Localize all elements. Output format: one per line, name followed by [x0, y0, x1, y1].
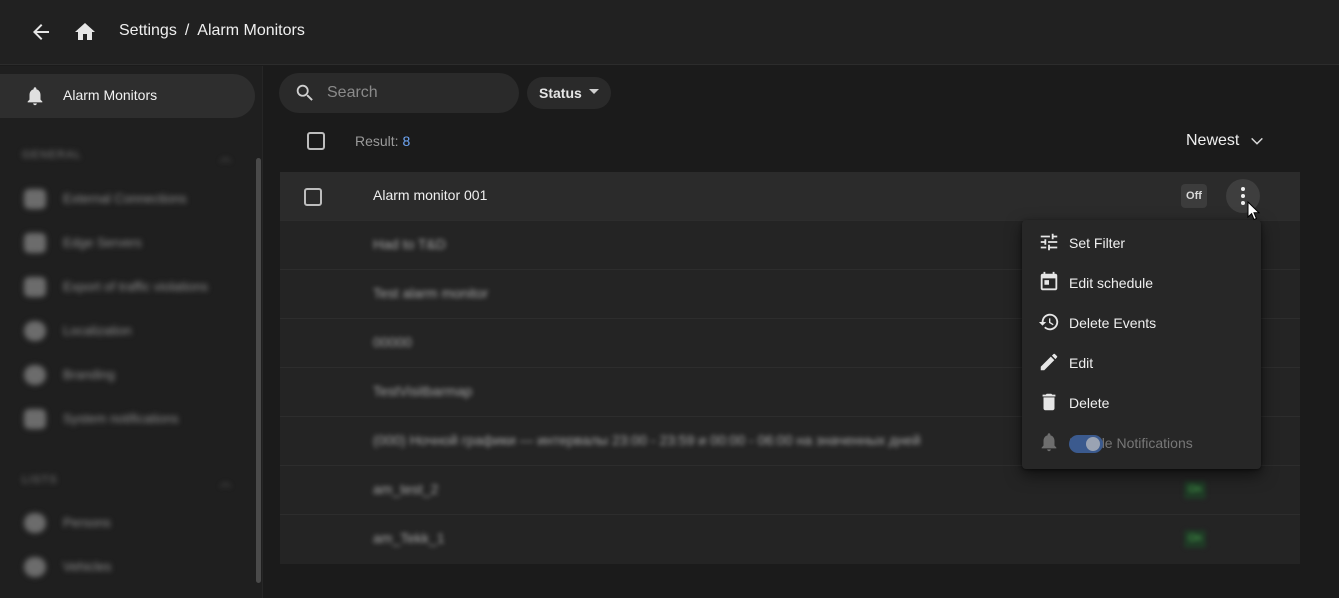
sidebar-item-vehicles[interactable]: Vehicles	[0, 547, 255, 587]
sidebar-item-system-notifications[interactable]: System notifications	[0, 399, 255, 439]
sidebar-item-label: Export of traffic violations	[63, 279, 208, 294]
menu-item-delete[interactable]: Delete	[1022, 382, 1261, 422]
home-icon[interactable]	[73, 20, 97, 44]
status-filter-dropdown[interactable]: Status	[527, 77, 611, 109]
sidebar-item-label: Vehicles	[63, 559, 112, 574]
mouse-cursor-icon	[1247, 201, 1261, 221]
row-name: Test alarm monitor	[373, 285, 489, 301]
row-name: am_Tekk_1	[373, 530, 445, 546]
sidebar-item-branding[interactable]: Branding	[0, 355, 255, 395]
sidebar-item-alarm-monitors[interactable]: Alarm Monitors	[0, 74, 255, 118]
result-number: 8	[402, 133, 411, 149]
menu-item-edit-schedule[interactable]: Edit schedule	[1022, 262, 1261, 302]
sidebar-item-label: Alarm Monitors	[63, 87, 158, 103]
row-name: am_test_2	[373, 481, 439, 497]
breadcrumb: Settings / Alarm Monitors	[119, 22, 305, 40]
sidebar: Alarm Monitors General ︿ External Connec…	[0, 66, 263, 598]
sidebar-item-export-violations[interactable]: Export of traffic violations	[0, 267, 255, 307]
row-context-menu: Set Filter Edit schedule Delete Events E…	[1022, 220, 1261, 469]
top-bar: Settings / Alarm Monitors	[0, 0, 1339, 65]
search-input[interactable]	[327, 81, 507, 105]
status-badge: On	[1184, 481, 1206, 499]
sidebar-item-label: Localization	[63, 323, 132, 338]
search-box	[279, 73, 519, 113]
result-label: Result:	[355, 133, 399, 149]
sidebar-item-persons[interactable]: Persons	[0, 503, 255, 543]
menu-item-label: Set Filter	[1069, 235, 1126, 251]
pencil-icon	[1040, 353, 1058, 371]
chevron-up-icon[interactable]: ︿	[220, 149, 231, 165]
list-header: Result: 8 Newest	[280, 120, 1300, 162]
sidebar-item-label: System notifications	[63, 411, 179, 426]
breadcrumb-current: Alarm Monitors	[197, 22, 305, 39]
export-icon	[24, 277, 46, 297]
menu-item-label: Edit	[1069, 355, 1094, 371]
table-row[interactable]: am_Tekk_1 On	[280, 515, 1300, 564]
sidebar-item-edge-servers[interactable]: Edge Servers	[0, 223, 255, 263]
row-checkbox[interactable]	[304, 188, 322, 206]
bell-icon	[1041, 433, 1057, 452]
breadcrumb-settings[interactable]: Settings	[119, 22, 177, 40]
sidebar-group-lists: Lists	[22, 474, 58, 486]
sort-label: Newest	[1186, 132, 1240, 149]
row-name: Alarm monitor 001	[373, 187, 488, 203]
chevron-down-icon	[1251, 137, 1264, 145]
notifications-toggle[interactable]	[1069, 435, 1103, 453]
person-icon	[24, 513, 46, 533]
sidebar-scrollbar[interactable]	[256, 158, 261, 583]
status-filter-label: Status	[539, 85, 582, 101]
calendar-icon	[1040, 271, 1058, 291]
history-icon	[1038, 313, 1059, 331]
caret-down-icon	[589, 89, 599, 94]
car-icon	[24, 557, 46, 577]
row-name: Had to T&D	[373, 236, 446, 252]
server-icon	[24, 233, 46, 253]
tune-icon	[1040, 233, 1058, 251]
select-all-checkbox[interactable]	[307, 132, 325, 150]
row-name: 00000	[373, 334, 412, 350]
sidebar-item-label: External Connections	[63, 191, 187, 206]
menu-item-delete-events[interactable]: Delete Events	[1022, 302, 1261, 342]
sidebar-group-general: General	[22, 149, 82, 161]
menu-item-enable-notifications[interactable]: Enable Notifications	[1022, 422, 1261, 462]
status-badge: On	[1184, 530, 1206, 548]
sort-dropdown[interactable]: Newest	[1186, 132, 1265, 150]
sidebar-item-label: Edge Servers	[63, 235, 142, 250]
bell-icon	[27, 87, 43, 106]
table-row[interactable]: am_test_2 On	[280, 466, 1300, 515]
back-arrow-icon[interactable]	[29, 20, 53, 44]
row-name: TestVisitbarmap	[373, 383, 473, 399]
sidebar-item-localization[interactable]: Localization	[0, 311, 255, 351]
menu-item-edit[interactable]: Edit	[1022, 342, 1261, 382]
link-icon	[24, 189, 46, 209]
table-row[interactable]: Alarm monitor 001 Off	[280, 172, 1300, 221]
search-icon	[296, 84, 313, 101]
row-name: (000) Ночной графики — интервалы 23:00 -…	[373, 432, 921, 448]
sidebar-item-label: Persons	[63, 515, 111, 530]
mail-icon	[24, 409, 46, 429]
menu-item-set-filter[interactable]: Set Filter	[1022, 222, 1261, 262]
sidebar-item-label: Branding	[63, 367, 116, 382]
trash-icon	[1042, 393, 1056, 411]
result-count: Result: 8	[355, 133, 410, 149]
chevron-up-icon[interactable]: ︿	[220, 474, 231, 490]
status-badge: Off	[1181, 184, 1207, 208]
breadcrumb-separator: /	[184, 22, 190, 39]
sidebar-item-external-connections[interactable]: External Connections	[0, 179, 255, 219]
menu-item-label: Edit schedule	[1069, 275, 1154, 291]
palette-icon	[24, 365, 46, 385]
globe-icon	[24, 321, 46, 341]
menu-item-label: Delete Events	[1069, 315, 1157, 331]
menu-item-label: Delete	[1069, 395, 1110, 411]
